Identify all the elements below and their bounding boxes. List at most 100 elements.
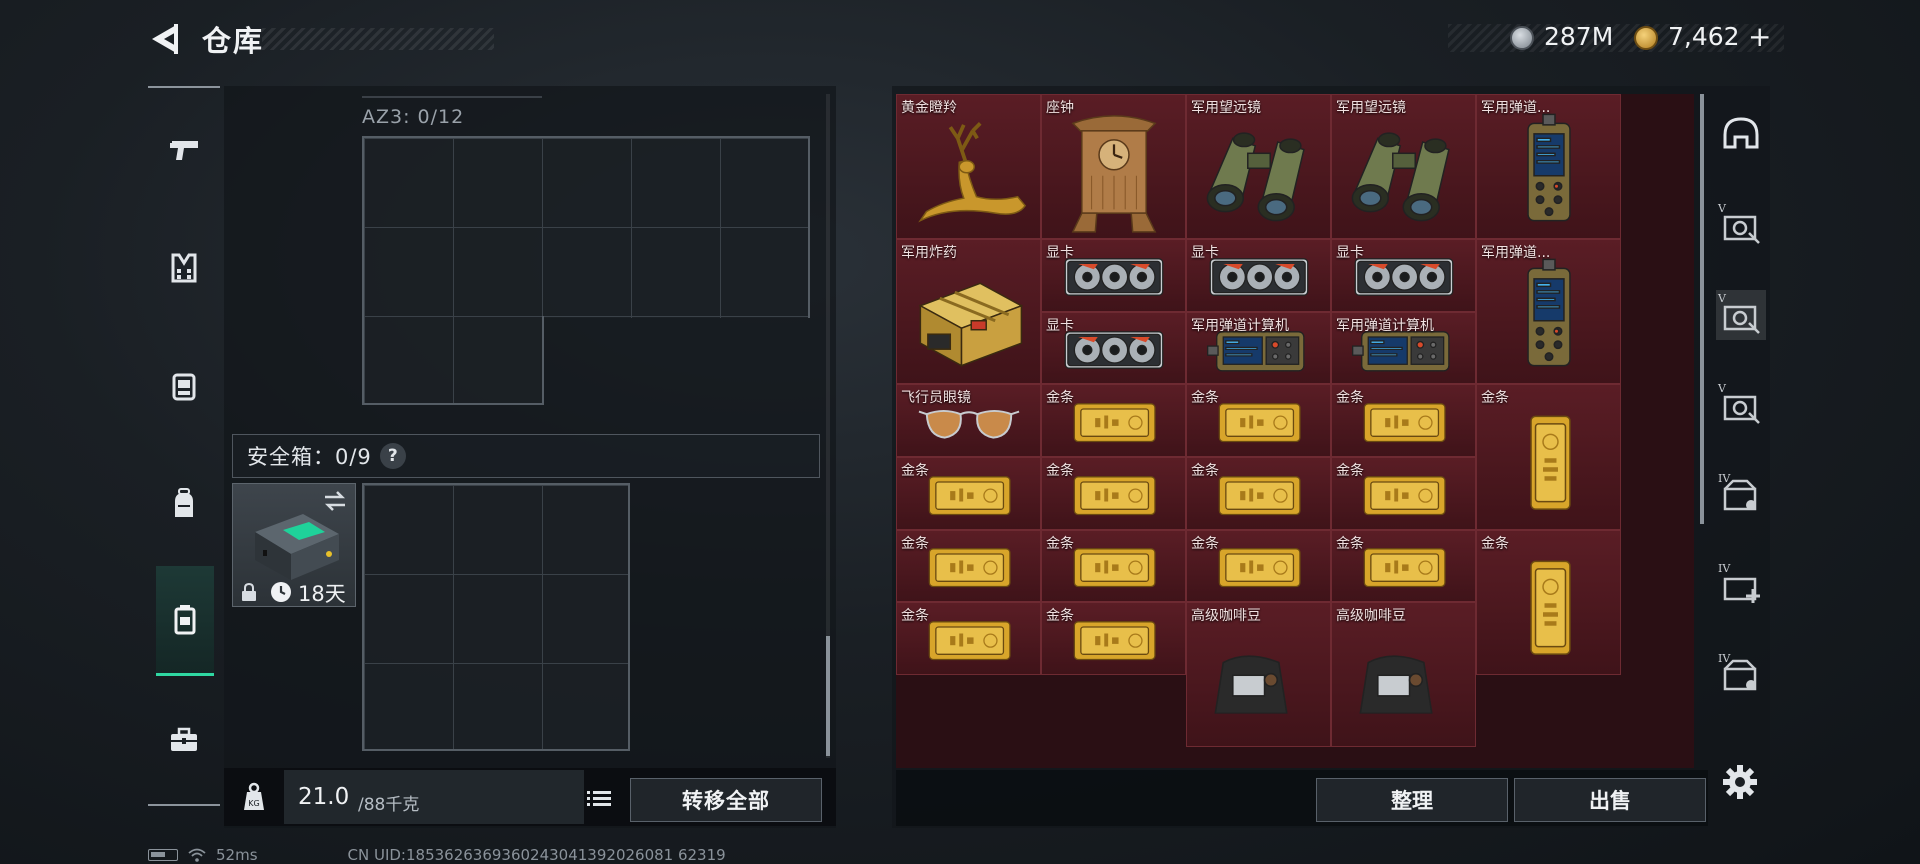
stash-item-gold-bar-vertical[interactable]: 金条	[1476, 384, 1621, 530]
list-view-button[interactable]	[582, 784, 616, 814]
stash-item-label: 军用望远镜	[1191, 100, 1261, 116]
stash-item-gold-bar[interactable]: 金条	[1331, 384, 1476, 457]
stash-item-graphics-card[interactable]: 显卡	[1041, 239, 1186, 312]
stash-item-gold-bar[interactable]: 金条	[1041, 529, 1186, 603]
mantel-clock-icon	[1050, 108, 1177, 238]
ballistic-computer-tall-icon	[1517, 253, 1580, 383]
gold-bar-icon	[1203, 395, 1314, 454]
stash-tab-stash-iv-add[interactable]: IV	[1716, 560, 1766, 610]
sort-button[interactable]: 整理	[1316, 778, 1508, 822]
stash-item-coffee-beans[interactable]: 高级咖啡豆	[1331, 602, 1476, 748]
stash-tab-stash-v-2[interactable]: V	[1716, 290, 1766, 340]
stash-item-graphics-card[interactable]: 显卡	[1186, 239, 1331, 312]
safe-box-capacity-label: 安全箱：0/9	[247, 445, 372, 469]
back-button[interactable]	[148, 20, 184, 58]
help-icon[interactable]: ?	[379, 443, 406, 469]
stash-tab-stash-iv-2[interactable]: IV	[1716, 650, 1766, 700]
stash-item-coffee-beans[interactable]: 高级咖啡豆	[1186, 602, 1331, 748]
swap-icon[interactable]	[322, 490, 348, 512]
gear-icon	[1723, 765, 1757, 799]
coin-amount: 287M	[1544, 22, 1614, 51]
nav-safe-box[interactable]	[156, 566, 214, 676]
graphics-card-icon	[1348, 250, 1459, 309]
wifi-icon	[188, 848, 206, 862]
safe-box-header: 安全箱：0/9 ?	[232, 434, 820, 478]
az3-grid-extension[interactable]	[362, 316, 544, 405]
vest-icon	[171, 253, 197, 283]
stash-item-binoculars[interactable]: 军用望远镜	[1186, 94, 1331, 240]
coffee-beans-icon	[1191, 647, 1326, 718]
stash-item-gold-bar[interactable]: 金条	[896, 602, 1041, 675]
gold-bar-icon	[1058, 613, 1169, 672]
stash-tab-stash-v-1[interactable]: V	[1716, 200, 1766, 250]
device-status-bar: 52ms CN UID:1853626369360243041392026081…	[148, 846, 726, 864]
stash-tab-nav: V V V IV IV IV	[1712, 110, 1770, 770]
stash-item-explosives-crate[interactable]: 军用炸药	[896, 239, 1041, 385]
stash-item-gold-bar[interactable]: 金条	[1331, 529, 1476, 603]
stash-item-gold-bar[interactable]: 金条	[896, 529, 1041, 603]
stash-item-gold-bar[interactable]: 金条	[1186, 384, 1331, 457]
stash-item-graphics-card[interactable]: 显卡	[1041, 311, 1186, 385]
stash-item-gold-bar[interactable]: 金条	[1186, 529, 1331, 603]
nav-divider	[148, 804, 220, 806]
az3-capacity-label: AZ3: 0/12	[362, 106, 465, 128]
stash-scroll-thumb[interactable]	[1700, 94, 1704, 524]
stash-tab-stash-iv-1[interactable]: IV	[1716, 470, 1766, 520]
settings-button[interactable]	[1718, 760, 1762, 804]
stash-item-label: 金条	[1481, 535, 1509, 552]
stash-item-label: 军用弹道...	[1481, 100, 1551, 116]
clock-icon	[271, 582, 291, 602]
stash-item-label: 显卡	[1046, 317, 1074, 334]
stash-item-gold-bar[interactable]: 金条	[1331, 457, 1476, 530]
stash-item-ballistic-computer[interactable]: 军用弹道计算机	[1186, 311, 1331, 385]
az3-grid[interactable]	[362, 136, 810, 318]
current-weight: 21.0	[298, 784, 350, 810]
backpack-icon	[175, 488, 193, 517]
nav-toolbox[interactable]	[156, 712, 212, 768]
stash-item-gold-bar[interactable]: 金条	[896, 457, 1041, 530]
stash-item-label: 金条	[1191, 463, 1219, 479]
safe-box-icon	[174, 604, 196, 634]
stash-item-label: 显卡	[1336, 245, 1364, 262]
stash-item-gold-bar-vertical[interactable]: 金条	[1476, 529, 1621, 675]
stash-item-gold-bar[interactable]: 金条	[1041, 384, 1186, 457]
gold-bar-icon	[1348, 395, 1459, 454]
move-all-button[interactable]: 转移全部	[630, 778, 822, 822]
stash-tab-stash-all[interactable]	[1716, 110, 1766, 160]
stash-item-binoculars[interactable]: 军用望远镜	[1331, 94, 1476, 240]
stash-item-label: 金条	[1336, 390, 1364, 407]
nav-chest-rig[interactable]	[156, 358, 212, 414]
rental-days-remaining: 18天	[298, 582, 346, 606]
stash-item-golden-gazelle[interactable]: 黄金瞪羚	[896, 94, 1041, 240]
stash-item-ballistic-computer-tall[interactable]: 军用弹道...	[1476, 94, 1621, 240]
graphics-card-icon	[1058, 250, 1169, 309]
title-decoration	[262, 28, 494, 50]
sell-button[interactable]: 出售	[1514, 778, 1706, 822]
stash-item-mantel-clock[interactable]: 座钟	[1041, 94, 1186, 240]
stash-item-gold-bar[interactable]: 金条	[1041, 602, 1186, 675]
safe-box-grid[interactable]	[362, 483, 630, 751]
stash-item-label: 金条	[1191, 390, 1219, 407]
stash-tab-tier: V	[1718, 292, 1726, 305]
nav-armor[interactable]	[156, 240, 212, 296]
stash-item-label: 金条	[901, 535, 929, 552]
stash-item-label: 飞行员眼镜	[901, 390, 971, 407]
coffee-beans-icon	[1336, 647, 1471, 718]
toolbox-icon	[171, 727, 197, 751]
gold-bar-icon	[1058, 468, 1169, 527]
stash-item-gold-bar[interactable]: 金条	[1041, 457, 1186, 530]
stash-item-graphics-card[interactable]: 显卡	[1331, 239, 1476, 312]
stash-item-ballistic-computer-tall[interactable]: 军用弹道...	[1476, 239, 1621, 385]
stash-item-aviator-glasses[interactable]: 飞行员眼镜	[896, 384, 1041, 457]
add-currency-button[interactable]: +	[1748, 20, 1771, 53]
gold-coin-icon	[1634, 26, 1658, 50]
stash-tab-stash-v-3[interactable]: V	[1716, 380, 1766, 430]
stash-item-ballistic-computer[interactable]: 军用弹道计算机	[1331, 311, 1476, 385]
gold-bar-icon	[1348, 468, 1459, 527]
nav-backpack[interactable]	[156, 476, 212, 532]
loadout-scroll-thumb[interactable]	[826, 636, 830, 756]
stash-item-gold-bar[interactable]: 金条	[1186, 457, 1331, 530]
nav-divider	[148, 86, 220, 88]
nav-weapons[interactable]	[156, 122, 212, 178]
stash-item-label: 军用望远镜	[1336, 100, 1406, 116]
